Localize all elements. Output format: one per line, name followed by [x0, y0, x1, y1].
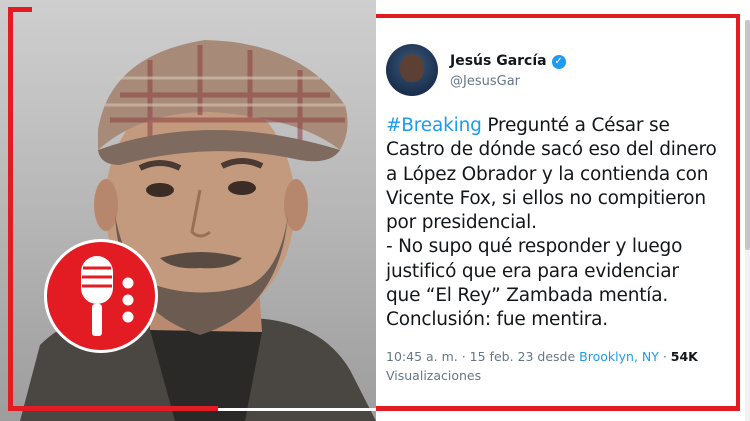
- author-names: Jesús García ✓ @JesusGar: [450, 50, 566, 89]
- frame-line-bottom-left: [8, 406, 218, 411]
- avatar[interactable]: [386, 44, 438, 96]
- views-count: 54K: [670, 348, 698, 364]
- man-portrait-illustration: [20, 40, 376, 421]
- views-label: Visualizaciones: [386, 367, 482, 383]
- frame-line-left: [8, 7, 13, 411]
- display-name-text: Jesús García: [450, 53, 547, 70]
- location-link[interactable]: Brooklyn, NY: [579, 349, 659, 364]
- hashtag-link[interactable]: #Breaking: [386, 115, 482, 136]
- microphone-icon: [81, 256, 134, 336]
- verified-badge-icon: ✓: [551, 54, 566, 69]
- tweet-body-text: Pregunté a César se Castro de dónde sacó…: [386, 115, 717, 331]
- tweet-meta: 10:45 a. m. · 15 feb. 23 desde Brooklyn,…: [386, 347, 728, 385]
- tweet-header: Jesús García ✓ @JesusGar: [386, 40, 728, 100]
- meta-separator: ·: [658, 348, 671, 364]
- frame-gap: [218, 408, 376, 411]
- microphone-badge: [44, 239, 158, 353]
- user-handle[interactable]: @JesusGar: [450, 74, 566, 90]
- frame-line-right: [736, 14, 740, 411]
- tweet-card: Jesús García ✓ @JesusGar #Breaking Pregu…: [376, 18, 736, 406]
- tweet-text: #Breaking Pregunté a César se Castro de …: [386, 114, 728, 333]
- timestamp[interactable]: 10:45 a. m. · 15 feb. 23 desde: [386, 349, 579, 364]
- profile-photo: [0, 0, 376, 421]
- display-name[interactable]: Jesús García ✓: [450, 53, 566, 70]
- frame-line-bottom-right: [376, 406, 740, 411]
- scrollbar-thumb[interactable]: [745, 20, 750, 250]
